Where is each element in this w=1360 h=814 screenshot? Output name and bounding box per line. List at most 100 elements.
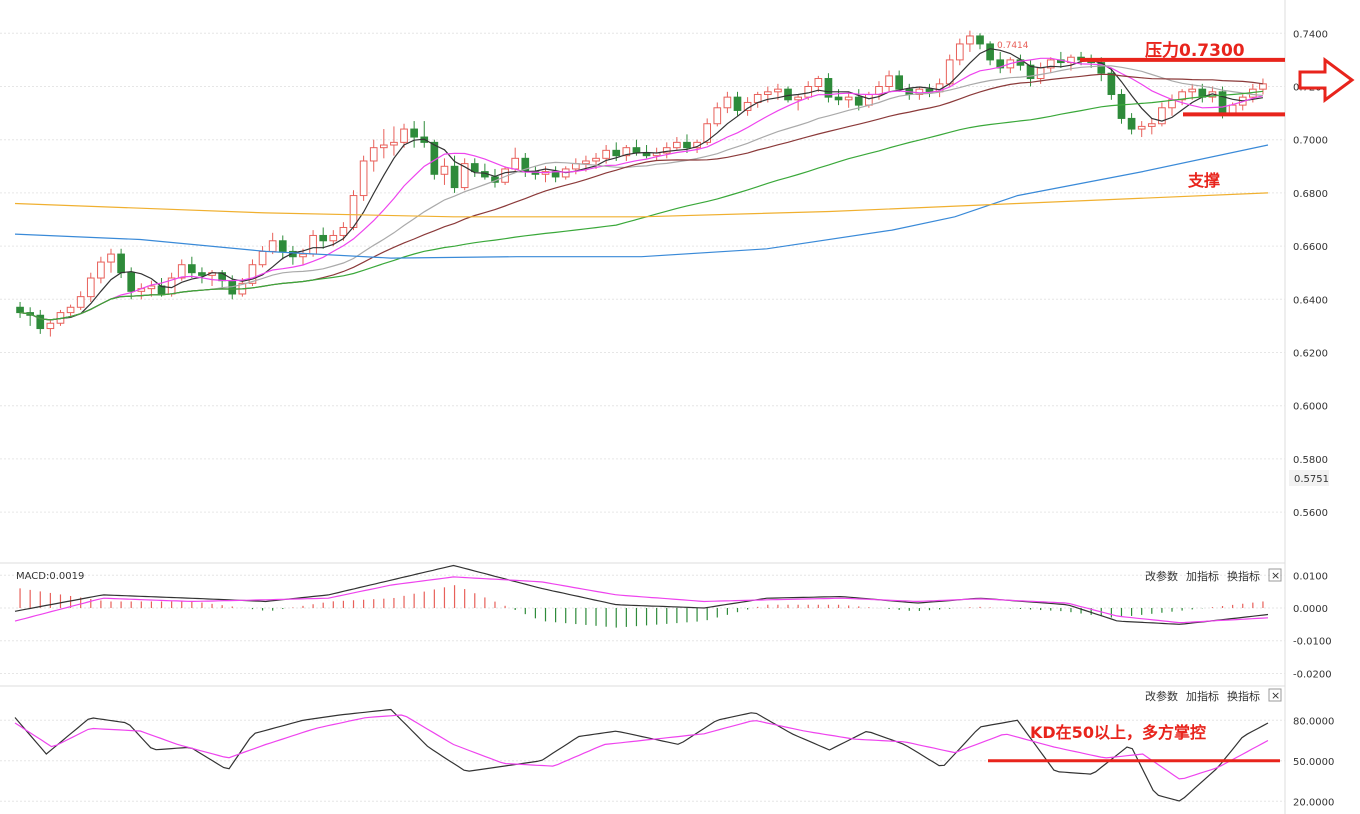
- arrow-right-icon: [1298, 57, 1355, 103]
- candle-body: [885, 75, 893, 88]
- candle-body: [602, 149, 610, 159]
- candle-body: [268, 240, 277, 252]
- candle-body: [1137, 125, 1146, 130]
- candle-body: [976, 35, 984, 45]
- candle-body: [177, 264, 186, 279]
- kd-params-button[interactable]: 改参数: [1145, 689, 1178, 703]
- candle-body: [794, 96, 802, 101]
- y-tick-label: 80.0000: [1293, 716, 1334, 727]
- candle-body: [784, 88, 792, 101]
- candle-body: [834, 96, 843, 101]
- candle-body: [278, 240, 287, 252]
- y-tick-label: 0.6600: [1293, 242, 1328, 253]
- moving-average-line: [20, 90, 1263, 321]
- candle-body: [470, 163, 479, 173]
- chart-stage: 0.74000.72000.70000.68000.66000.64000.62…: [0, 0, 1360, 814]
- candle-body: [632, 147, 641, 154]
- candle-body: [127, 272, 136, 292]
- candle-body: [854, 96, 863, 106]
- candle-body: [733, 96, 742, 111]
- y-tick-label: 0.6200: [1293, 349, 1328, 360]
- candle-body: [582, 160, 590, 165]
- candle-body: [309, 234, 317, 255]
- candle-body: [1259, 83, 1267, 90]
- kd-panel-buttons: 改参数 加指标 换指标 ×: [1145, 688, 1282, 703]
- y-tick-label: 0.0000: [1293, 604, 1328, 615]
- support-label: 支撑: [1187, 171, 1220, 190]
- candle-body: [359, 160, 368, 197]
- kd-note-label: KD在50以上，多方掌控: [1030, 723, 1206, 742]
- candle-body: [986, 43, 994, 61]
- annotations: 压力0.7300 支撑 KD在50以上，多方掌控 0.7414 0.5751 M…: [16, 40, 1329, 742]
- y-tick-label: 0.6800: [1293, 189, 1328, 200]
- candle-body: [66, 306, 75, 314]
- candle-body: [592, 157, 600, 162]
- candle-body: [511, 157, 520, 170]
- candle-body: [299, 253, 307, 258]
- candle-body: [339, 226, 348, 236]
- candle-body: [1036, 67, 1045, 80]
- candle-body: [410, 128, 418, 138]
- candle-body: [379, 144, 388, 149]
- current-price-label: 0.5751: [1294, 474, 1329, 485]
- candle-body: [390, 141, 398, 146]
- grid-lines: [0, 0, 1286, 814]
- long-moving-average-line: [14, 192, 1269, 218]
- macd-panel-buttons: 改参数 加指标 换指标 ×: [1145, 568, 1282, 583]
- candle-body: [774, 88, 782, 93]
- resistance-label: 压力0.7300: [1145, 40, 1245, 61]
- macd-value-label: MACD:0.0019: [16, 571, 84, 582]
- candle-body: [97, 261, 105, 279]
- candle-body: [814, 78, 823, 87]
- kd-close-icon: ×: [1271, 689, 1280, 702]
- candle-body: [683, 141, 691, 149]
- candle-body: [673, 141, 681, 149]
- candle-body: [571, 163, 580, 170]
- y-tick-label: 50.0000: [1293, 757, 1334, 768]
- candle-body: [1188, 88, 1197, 93]
- candle-body: [258, 250, 267, 266]
- candle-body: [319, 234, 328, 242]
- candle-body: [329, 234, 338, 242]
- y-tick-label: 0.7400: [1293, 29, 1328, 40]
- long-moving-average-line: [14, 144, 1269, 259]
- candle-body: [895, 75, 904, 90]
- y-tick-label: 0.5800: [1293, 455, 1328, 466]
- macd-add-indicator-button[interactable]: 加指标: [1186, 569, 1219, 583]
- macd-params-button[interactable]: 改参数: [1145, 569, 1178, 583]
- candle-body: [369, 147, 378, 162]
- candle-body: [440, 165, 449, 175]
- candle-body: [642, 152, 651, 157]
- kd-add-indicator-button[interactable]: 加指标: [1186, 689, 1219, 703]
- chart-svg: 0.74000.72000.70000.68000.66000.64000.62…: [0, 0, 1355, 814]
- candle-body: [713, 107, 722, 125]
- high-price-label: 0.7414: [997, 41, 1029, 51]
- candle-body: [76, 296, 85, 308]
- macd-dif-line: [14, 564, 1269, 625]
- kd-switch-indicator-button[interactable]: 换指标: [1227, 689, 1260, 703]
- candle-body: [107, 253, 115, 263]
- candle-body: [450, 165, 459, 189]
- macd-switch-indicator-button[interactable]: 换指标: [1227, 569, 1260, 583]
- candle-body: [1107, 72, 1116, 95]
- candle-body: [945, 59, 954, 85]
- candle-body: [1117, 93, 1126, 119]
- candle-body: [612, 149, 621, 157]
- candle-body: [1228, 104, 1237, 114]
- y-tick-label: -0.0200: [1293, 669, 1332, 680]
- macd-close-icon: ×: [1271, 569, 1280, 582]
- candle-body: [188, 264, 196, 274]
- candle-body: [400, 128, 408, 143]
- candle-body: [1147, 123, 1156, 127]
- candle-body: [1127, 117, 1136, 130]
- candle-body: [86, 277, 95, 298]
- y-tick-label: 0.6000: [1293, 402, 1328, 413]
- candle-body: [844, 96, 853, 101]
- candle-body: [925, 88, 934, 93]
- price-panel: 0.74000.72000.70000.68000.66000.64000.62…: [14, 29, 1328, 519]
- y-tick-label: 20.0000: [1293, 797, 1334, 808]
- candle-body: [955, 43, 964, 61]
- candle-body: [16, 306, 24, 314]
- candle-body: [865, 93, 873, 106]
- macd-dea-line: [14, 576, 1269, 624]
